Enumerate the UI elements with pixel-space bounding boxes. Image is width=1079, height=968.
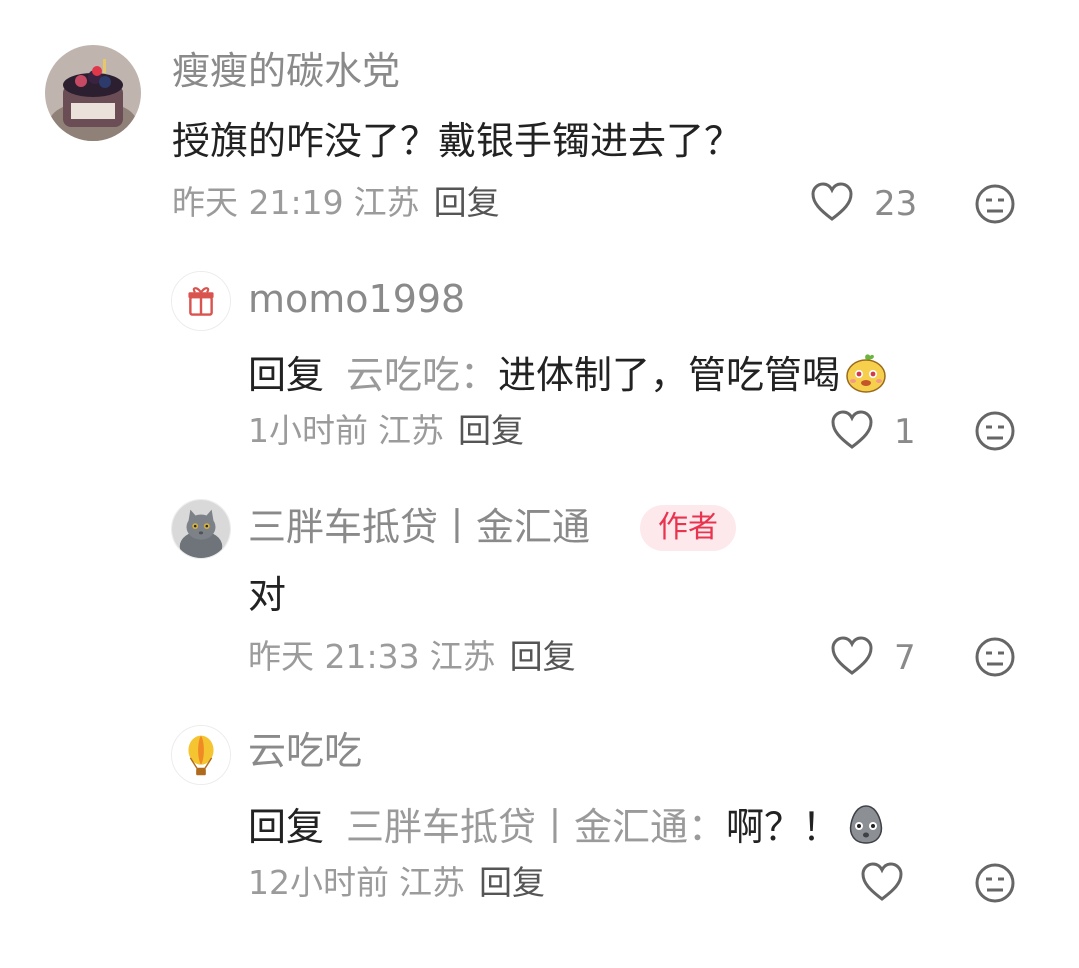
- like-button[interactable]: 7: [830, 636, 916, 680]
- reply-meta: 昨天 21:33 江苏 回复: [248, 640, 576, 673]
- dislike-button[interactable]: [974, 636, 1016, 678]
- reply-location: 江苏: [399, 863, 465, 902]
- reply-button[interactable]: 回复: [510, 640, 576, 673]
- reply-username[interactable]: 三胖车抵贷丨金汇通: [248, 508, 590, 546]
- reply-prefix: 回复: [248, 805, 325, 849]
- reply-text-line: 回复 三胖车抵贷丨金汇通：啊？！: [248, 802, 888, 846]
- heart-icon: [860, 862, 904, 906]
- like-button[interactable]: 1: [830, 410, 916, 454]
- dislike-button[interactable]: [974, 410, 1016, 452]
- avatar[interactable]: [171, 499, 231, 559]
- heart-icon: [830, 410, 874, 454]
- reply-text-line: 回复 云吃吃：进体制了，管吃管喝: [248, 350, 888, 394]
- reply-prefix: 回复: [248, 353, 325, 397]
- yellow-face-emoji: [844, 350, 888, 394]
- comment-meta: 昨天 21:19 江苏 回复: [172, 186, 500, 219]
- like-count: 7: [894, 638, 916, 678]
- meh-face-icon: [974, 862, 1016, 904]
- reply-text: 进体制了，管吃管喝: [498, 353, 841, 397]
- gray-face-emoji: [844, 802, 888, 846]
- meh-face-icon: [974, 183, 1016, 225]
- like-button[interactable]: [860, 862, 924, 906]
- like-button[interactable]: 23: [810, 182, 917, 226]
- reply-text: 对: [248, 573, 287, 617]
- dislike-button[interactable]: [974, 183, 1016, 225]
- reply-button[interactable]: 回复: [434, 186, 500, 219]
- reply-meta: 12小时前 江苏 回复: [248, 866, 545, 899]
- dislike-button[interactable]: [974, 862, 1016, 904]
- reply-button[interactable]: 回复: [479, 866, 545, 899]
- avatar[interactable]: [171, 271, 231, 331]
- reply-text: 啊？！: [726, 805, 841, 849]
- reply-target-user[interactable]: 云吃吃：: [346, 353, 498, 397]
- reply-location: 江苏: [378, 411, 444, 450]
- like-count: 1: [894, 412, 916, 452]
- comment-location: 江苏: [353, 183, 420, 222]
- reply-username[interactable]: momo1998: [248, 280, 465, 318]
- reply-meta: 1小时前 江苏 回复: [248, 414, 524, 447]
- reply-time: 12小时前: [248, 863, 389, 902]
- like-count: 23: [874, 184, 918, 224]
- reply-time: 昨天 21:33: [248, 637, 420, 676]
- heart-icon: [810, 182, 854, 226]
- comment-text: 授旗的咋没了？戴银手镯进去了？: [172, 119, 743, 163]
- reply-target-user[interactable]: 三胖车抵贷丨金汇通：: [346, 805, 726, 849]
- avatar[interactable]: [45, 45, 141, 141]
- author-badge: 作者: [640, 505, 736, 551]
- reply-location: 江苏: [429, 637, 496, 676]
- heart-icon: [830, 636, 874, 680]
- reply-time: 1小时前: [248, 411, 368, 450]
- comment-username[interactable]: 瘦瘦的碳水党: [172, 52, 400, 90]
- reply-username[interactable]: 云吃吃: [248, 732, 362, 770]
- reply-button[interactable]: 回复: [458, 414, 524, 447]
- meh-face-icon: [974, 410, 1016, 452]
- comment-time: 昨天 21:19: [172, 183, 344, 222]
- avatar[interactable]: [171, 725, 231, 785]
- meh-face-icon: [974, 636, 1016, 678]
